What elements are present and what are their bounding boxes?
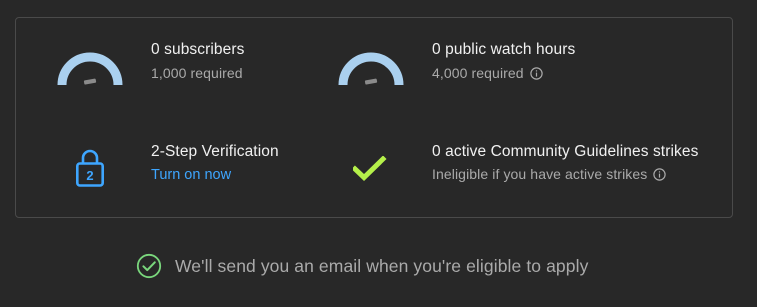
subscribers-required: 1,000 required	[151, 65, 243, 81]
info-icon[interactable]	[653, 167, 667, 181]
lock-number: 2	[86, 168, 93, 183]
turn-on-now-link[interactable]: Turn on now	[151, 167, 231, 183]
watch-hours-title: 0 public watch hours	[432, 41, 576, 58]
eligibility-page: 0 subscribers 1,000 required 0 public wa…	[0, 0, 757, 307]
email-notice-text: We'll send you an email when you're elig…	[175, 255, 589, 276]
community-guidelines-status-text: Ineligible if you have active strikes	[432, 166, 648, 182]
checkmark-icon	[353, 156, 387, 181]
subscribers-required-text: 1,000 required	[151, 65, 243, 81]
2-step-verification-title: 2-Step Verification	[151, 143, 279, 160]
lock-icon: 2	[75, 149, 104, 187]
eligibility-email-notice: We'll send you an email when you're elig…	[136, 253, 588, 279]
watch-hours-required-text: 4,000 required	[432, 65, 524, 81]
subscribers-title: 0 subscribers	[151, 41, 245, 58]
requirements-card: 0 subscribers 1,000 required 0 public wa…	[15, 17, 733, 218]
info-icon[interactable]	[530, 66, 543, 80]
watch-hours-required: 4,000 required	[432, 65, 543, 81]
gauge-icon	[338, 52, 404, 86]
gauge-icon	[57, 52, 123, 86]
check-circle-icon	[136, 253, 162, 279]
community-guidelines-title: 0 active Community Guidelines strikes	[432, 143, 699, 160]
community-guidelines-status: Ineligible if you have active strikes	[432, 166, 667, 182]
